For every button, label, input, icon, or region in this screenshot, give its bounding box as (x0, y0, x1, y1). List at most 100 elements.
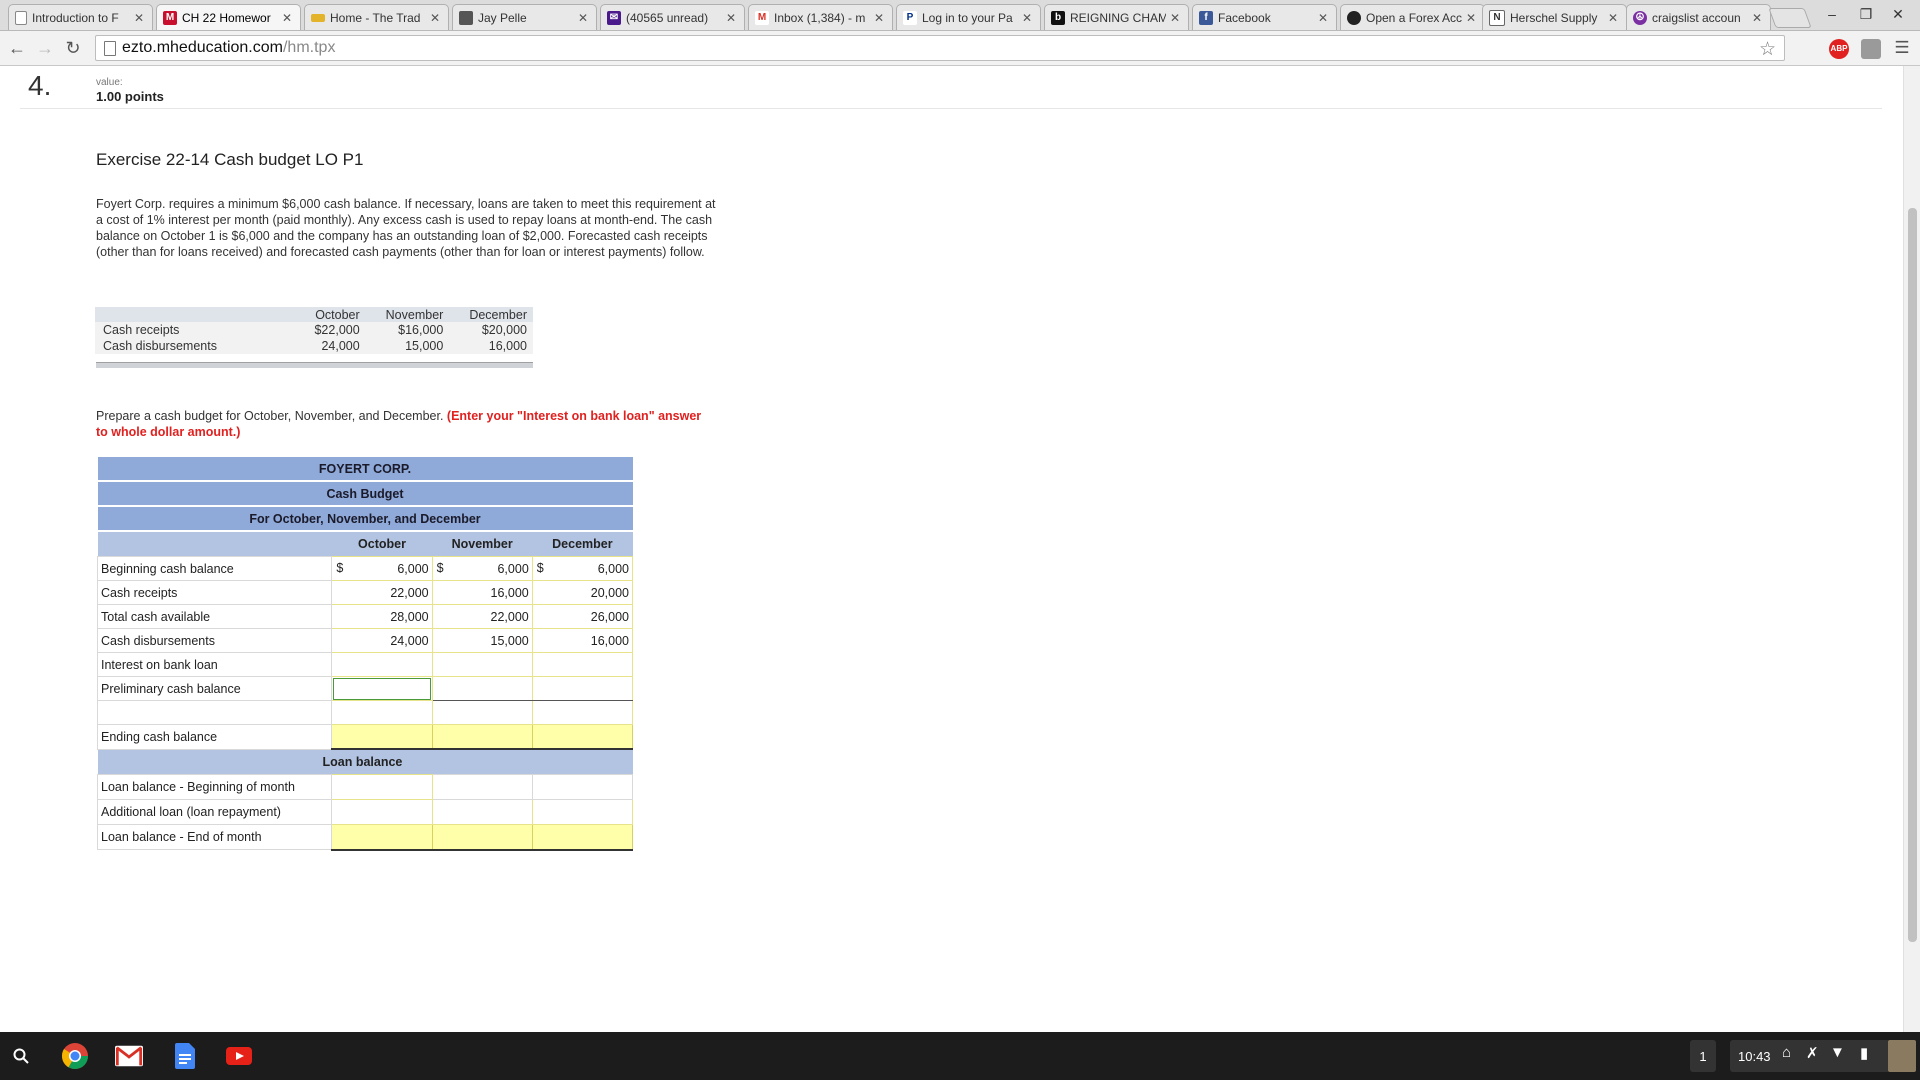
paypal-icon: P (903, 10, 917, 25)
preliminary-input-november[interactable] (431, 676, 533, 701)
page-info-icon[interactable] (104, 40, 116, 56)
budget-cell-december[interactable]: 20,000 (531, 580, 634, 605)
browser-tab-strip: Introduction to F ✕ M CH 22 Homewor ✕ Ho… (0, 0, 1920, 31)
close-tab-icon[interactable]: ✕ (1170, 11, 1182, 25)
tab-jay-pelle[interactable]: Jay Pelle ✕ (452, 4, 597, 30)
table-row: Additional loan (loan repayment) (96, 799, 634, 825)
loan-begin-input-december[interactable] (531, 774, 634, 800)
close-window-icon[interactable]: ✕ (1886, 4, 1910, 24)
chrome-icon[interactable] (61, 1042, 89, 1070)
new-tab-button[interactable] (1768, 8, 1812, 28)
budget-cell-december[interactable]: 16,000 (531, 628, 634, 653)
close-tab-icon[interactable]: ✕ (430, 11, 442, 25)
workspace-indicator[interactable]: 1 (1690, 1040, 1716, 1072)
minimize-icon[interactable]: – (1820, 4, 1844, 24)
facebook-icon: f (1199, 10, 1213, 25)
blank-row-input-november[interactable] (431, 700, 533, 725)
tab-ch22-homework[interactable]: M CH 22 Homewor ✕ (156, 4, 301, 30)
row-label: Interest on bank loan (96, 652, 333, 677)
car-icon (311, 13, 325, 22)
close-tab-icon[interactable]: ✕ (1318, 11, 1330, 25)
avatar[interactable] (1888, 1040, 1916, 1072)
blank-row-input-december[interactable] (531, 700, 634, 725)
budget-cell-november[interactable]: 22,000 (431, 604, 533, 629)
loan-begin-input-october[interactable] (331, 774, 433, 800)
scrollbar-thumb[interactable] (1908, 208, 1917, 942)
back-arrow-icon[interactable]: ← (6, 37, 28, 59)
budget-cell-november[interactable]: $6,000 (431, 556, 533, 581)
tab-paypal[interactable]: P Log in to your Pa ✕ (896, 4, 1041, 30)
additional-loan-input-december[interactable] (531, 799, 634, 825)
youtube-icon[interactable] (225, 1042, 253, 1070)
loan-end-input-december[interactable] (531, 824, 634, 851)
page-icon (15, 10, 27, 25)
close-tab-icon[interactable]: ✕ (726, 11, 738, 25)
restore-icon[interactable]: ❐ (1854, 4, 1878, 24)
tab-craigslist[interactable]: ☮ craigslist accoun ✕ (1626, 4, 1771, 30)
bookmark-star-icon[interactable]: ☆ (1759, 38, 1776, 61)
preliminary-input-october[interactable] (331, 676, 433, 701)
ending-balance-input-november[interactable] (431, 724, 533, 750)
interest-input-october[interactable] (331, 652, 433, 677)
tab-title: Jay Pelle (478, 10, 527, 25)
preliminary-input-december[interactable] (531, 676, 634, 701)
loan-end-input-november[interactable] (431, 824, 533, 851)
budget-cell-october[interactable]: 24,000 (331, 628, 433, 653)
reload-icon[interactable]: ↻ (62, 37, 84, 59)
close-tab-icon[interactable]: ✕ (1608, 11, 1620, 25)
tab-home-trade[interactable]: Home - The Trad ✕ (304, 4, 449, 30)
tab-title: REIGNING CHAM (1070, 10, 1166, 25)
budget-cell-october[interactable]: 28,000 (331, 604, 433, 629)
tab-introduction[interactable]: Introduction to F ✕ (8, 4, 153, 30)
row-label: Ending cash balance (96, 724, 333, 750)
address-bar[interactable]: ezto.mheducation.com/hm.tpx ☆ (95, 35, 1785, 61)
cast-icon[interactable] (1861, 39, 1881, 59)
close-tab-icon[interactable]: ✕ (1466, 11, 1478, 25)
search-icon[interactable] (7, 1042, 35, 1070)
tab-title: (40565 unread) (626, 10, 709, 25)
tab-reigning-champ[interactable]: b REIGNING CHAM ✕ (1044, 4, 1189, 30)
blank-row-input-october[interactable] (331, 700, 433, 725)
tab-herschel[interactable]: N Herschel Supply ✕ (1482, 4, 1627, 30)
interest-input-november[interactable] (431, 652, 533, 677)
close-tab-icon[interactable]: ✕ (134, 11, 146, 25)
close-tab-icon[interactable]: ✕ (1752, 11, 1764, 25)
gmail-icon: M (755, 10, 769, 25)
tab-title: Facebook (1218, 10, 1271, 25)
vertical-scrollbar[interactable] (1903, 66, 1920, 1032)
budget-cell-october[interactable]: 22,000 (331, 580, 433, 605)
tab-yahoo-mail[interactable]: ✉ (40565 unread) ✕ (600, 4, 745, 30)
mheducation-m-icon: M (163, 10, 177, 25)
close-tab-icon[interactable]: ✕ (874, 11, 886, 25)
ending-balance-input-october[interactable] (331, 724, 433, 750)
loan-begin-input-november[interactable] (431, 774, 533, 800)
budget-period: For October, November, and December (97, 506, 633, 532)
interest-input-december[interactable] (531, 652, 634, 677)
close-tab-icon[interactable]: ✕ (282, 11, 294, 25)
forward-arrow-icon[interactable]: → (34, 37, 56, 59)
gmail-icon[interactable] (115, 1042, 143, 1070)
tab-gmail-inbox[interactable]: M Inbox (1,384) - m ✕ (748, 4, 893, 30)
row-label: Loan balance - Beginning of month (96, 774, 333, 800)
tab-forex[interactable]: Open a Forex Acc ✕ (1340, 4, 1485, 30)
close-tab-icon[interactable]: ✕ (578, 11, 590, 25)
exercise-title: Exercise 22-14 Cash budget LO P1 (96, 150, 364, 169)
table-row: Beginning cash balance $6,000 $6,000 $6,… (96, 556, 634, 581)
tab-facebook[interactable]: f Facebook ✕ (1192, 4, 1337, 30)
budget-cell-october[interactable]: $6,000 (331, 556, 433, 581)
close-tab-icon[interactable]: ✕ (1022, 11, 1034, 25)
budget-cell-december[interactable]: $6,000 (531, 556, 634, 581)
additional-loan-input-november[interactable] (431, 799, 533, 825)
row-label: Cash disbursements (96, 628, 333, 653)
budget-cell-november[interactable]: 16,000 (431, 580, 533, 605)
ending-balance-input-december[interactable] (531, 724, 634, 750)
budget-cell-november[interactable]: 15,000 (431, 628, 533, 653)
loan-end-input-october[interactable] (331, 824, 433, 851)
adblock-plus-icon[interactable]: ABP (1829, 39, 1849, 59)
docs-icon[interactable] (171, 1042, 199, 1070)
menu-icon[interactable]: ☰ (1891, 37, 1913, 59)
budget-cell-december[interactable]: 26,000 (531, 604, 634, 629)
additional-loan-input-october[interactable] (331, 799, 433, 825)
row-label-input[interactable] (96, 700, 333, 725)
tab-title: Log in to your Pa (922, 10, 1013, 25)
